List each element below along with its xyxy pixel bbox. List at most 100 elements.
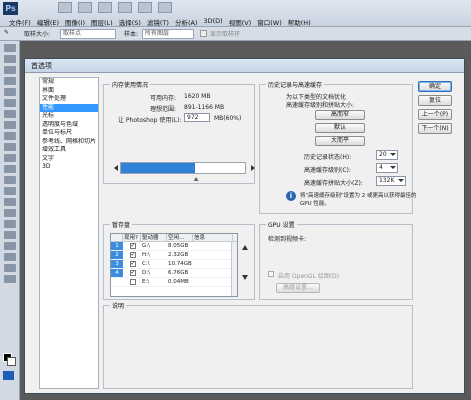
menu-help[interactable]: 帮助(H) — [285, 17, 314, 27]
crop-tool-icon[interactable] — [4, 88, 16, 96]
table-row[interactable]: 4 D:\ 6.76GB — [111, 269, 237, 278]
cache-levels-select[interactable]: 4 — [376, 163, 398, 173]
history-states-select[interactable]: 20 — [376, 150, 398, 160]
slider-left-arrow-icon — [114, 165, 118, 171]
mini-bridge-icon[interactable] — [78, 2, 92, 13]
path-select-tool-icon[interactable] — [4, 220, 16, 228]
clone-stamp-tool-icon[interactable] — [4, 132, 16, 140]
sampling-ring-checkbox[interactable] — [200, 30, 207, 37]
tile-size-select[interactable]: 132K — [376, 176, 406, 186]
quick-mask-icon[interactable] — [3, 371, 14, 380]
nav-item-file-handling[interactable]: 文件处理 — [40, 95, 98, 104]
menu-filter[interactable]: 滤镜(T) — [144, 17, 172, 27]
3d-rotate-tool-icon[interactable] — [4, 242, 16, 250]
nav-item-transparency[interactable]: 透明度与色域 — [40, 121, 98, 130]
previous-button[interactable]: 上一个(P) — [418, 109, 452, 120]
active-checkbox[interactable] — [129, 243, 136, 249]
healing-tool-icon[interactable] — [4, 110, 16, 118]
arrange-documents-icon[interactable] — [158, 2, 172, 13]
sampling-ring-label: 显示取样环 — [210, 31, 241, 38]
menu-layer[interactable]: 图层(L) — [88, 17, 116, 27]
row-index: 4 — [111, 269, 123, 277]
next-button[interactable]: 下一个(N) — [418, 123, 452, 134]
active-checkbox[interactable] — [129, 252, 136, 258]
menu-analysis[interactable]: 分析(A) — [172, 17, 201, 27]
gradient-tool-icon[interactable] — [4, 165, 16, 173]
default-button[interactable]: 默认 — [315, 123, 365, 133]
menu-file[interactable]: 文件(F) — [6, 17, 34, 27]
move-tool-icon[interactable] — [4, 44, 16, 52]
nav-item-type[interactable]: 文字 — [40, 155, 98, 164]
main-menu: 文件(F) 编辑(E) 图像(I) 图层(L) 选择(S) 滤镜(T) 分析(A… — [6, 17, 314, 27]
quick-select-tool-icon[interactable] — [4, 77, 16, 85]
nav-item-interface[interactable]: 界面 — [40, 87, 98, 96]
row-index: 1 — [111, 242, 123, 250]
sample-select[interactable]: 所有图层 — [142, 29, 194, 39]
gpu-settings-label: GPU 设置 — [266, 220, 297, 229]
table-row[interactable]: 1 G:\ 8.05GB — [111, 242, 237, 251]
type-tool-icon[interactable] — [4, 209, 16, 217]
memory-usage-label: 内存使用情况 — [110, 80, 151, 89]
lasso-tool-icon[interactable] — [4, 66, 16, 74]
nav-item-performance[interactable]: 性能 — [40, 103, 98, 112]
available-ram-value: 1620 MB — [184, 93, 211, 100]
blur-tool-icon[interactable] — [4, 176, 16, 184]
big-flat-button[interactable]: 大而平 — [315, 136, 365, 146]
ok-button[interactable]: 确定 — [418, 81, 452, 92]
reset-button[interactable]: 复位 — [418, 95, 452, 106]
enable-opengl-checkbox[interactable] — [268, 271, 274, 277]
brush-tool-icon[interactable] — [4, 121, 16, 129]
sample-size-select[interactable]: 取样点 — [60, 29, 116, 39]
history-brush-tool-icon[interactable] — [4, 143, 16, 151]
memory-usage-unit: MB(60%) — [214, 115, 242, 122]
menu-select[interactable]: 选择(S) — [116, 17, 144, 27]
table-row[interactable]: E:\ 0.04MB — [111, 278, 237, 287]
memory-usage-slider-thumb[interactable] — [193, 177, 199, 181]
memory-usage-input[interactable]: 972 — [184, 113, 210, 122]
column-header-drive: 驱动器 — [141, 234, 167, 241]
active-checkbox[interactable] — [129, 261, 136, 267]
hand-icon[interactable] — [118, 2, 132, 13]
shape-tool-icon[interactable] — [4, 231, 16, 239]
eyedropper-icon[interactable]: ✎ — [4, 29, 9, 36]
menu-view[interactable]: 视图(V) — [226, 17, 255, 27]
table-row[interactable]: 3 C:\ 10.74GB — [111, 260, 237, 269]
menu-edit[interactable]: 编辑(E) — [34, 17, 62, 27]
row-drive: H:\ — [142, 252, 150, 258]
background-color-swatch[interactable] — [7, 357, 16, 366]
table-scrollbar[interactable] — [231, 242, 237, 296]
move-down-icon[interactable] — [242, 275, 248, 280]
hand-tool-icon[interactable] — [4, 264, 16, 272]
move-up-icon[interactable] — [242, 245, 248, 250]
marquee-tool-icon[interactable] — [4, 55, 16, 63]
nav-item-cursors[interactable]: 光标 — [40, 112, 98, 121]
eraser-tool-icon[interactable] — [4, 154, 16, 162]
nav-item-general[interactable]: 常规 — [40, 78, 98, 87]
zoom-level-icon[interactable] — [98, 2, 112, 13]
menu-window[interactable]: 窗口(W) — [254, 17, 285, 27]
eyedropper-tool-icon[interactable] — [4, 99, 16, 107]
nav-item-3d[interactable]: 3D — [40, 163, 98, 172]
menu-image[interactable]: 图像(I) — [62, 17, 88, 27]
available-ram-label: 可用内存: — [150, 95, 177, 102]
row-info — [193, 260, 233, 268]
memory-usage-bar-fill — [121, 163, 196, 173]
tile-size-value: 132K — [379, 177, 395, 184]
active-checkbox[interactable] — [129, 279, 136, 285]
pen-tool-icon[interactable] — [4, 198, 16, 206]
advanced-settings-button[interactable]: 高级设置... — [276, 283, 320, 293]
nav-item-units-rulers[interactable]: 单位与标尺 — [40, 129, 98, 138]
active-checkbox[interactable] — [129, 270, 136, 276]
menu-3d[interactable]: 3D(D) — [200, 17, 225, 27]
nav-item-plugins[interactable]: 增效工具 — [40, 146, 98, 155]
bridge-icon[interactable] — [58, 2, 72, 13]
rotate-view-icon[interactable] — [138, 2, 152, 13]
nav-item-guides-grid[interactable]: 参考线、网格和切片 — [40, 138, 98, 147]
row-drive: D:\ — [142, 270, 150, 276]
zoom-tool-icon[interactable] — [4, 275, 16, 283]
3d-orbit-tool-icon[interactable] — [4, 253, 16, 261]
tall-thin-button[interactable]: 高而窄 — [315, 110, 365, 120]
top-icon-group — [58, 2, 172, 15]
table-row[interactable]: 2 H:\ 2.32GB — [111, 251, 237, 260]
dodge-tool-icon[interactable] — [4, 187, 16, 195]
